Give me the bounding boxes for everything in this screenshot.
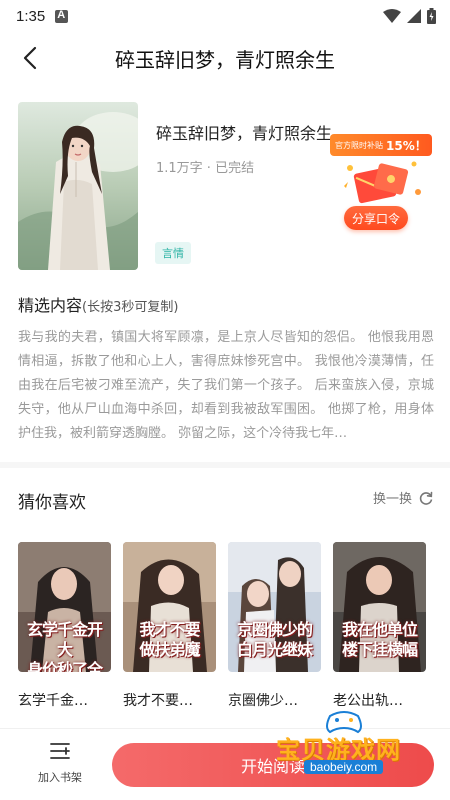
status-bar: 1:35 [0, 0, 450, 32]
add-to-shelf-button[interactable]: 加入书架 [30, 739, 90, 795]
excerpt-hint: (长按3秒可复制) [82, 300, 179, 315]
recommend-cover-text: 玄学千金开大 身价秒了全家 [26, 620, 103, 672]
recommend-item[interactable]: 我在他单位 楼下挂横幅 老公出轨… [333, 542, 426, 710]
share-code-button[interactable]: 分享口令 [344, 206, 409, 230]
genre-tag[interactable]: 言情 [155, 242, 191, 264]
notification-a-icon [55, 9, 69, 23]
subsidy-label: 官方限时补贴 [335, 140, 383, 150]
recommend-cover: 我才不要 做扶弟魔 [123, 542, 216, 672]
subsidy-percent: 15%！ [386, 138, 427, 153]
book-cover [18, 102, 138, 270]
excerpt-heading: 精选内容(长按3秒可复制) [18, 292, 178, 316]
excerpt-title: 精选内容 [18, 296, 83, 315]
recommend-cover-text: 我在他单位 楼下挂横幅 [341, 620, 418, 659]
signal-icon [407, 9, 421, 23]
subsidy-badge: 官方限时补贴 15%！ [330, 134, 432, 156]
header: 碎玉辞旧梦，青灯照余生 [0, 32, 450, 84]
battery-icon [427, 8, 436, 24]
recommend-name: 京圈佛少… [228, 693, 298, 709]
status-time: 1:35 [16, 7, 46, 25]
back-arrow-icon [23, 46, 37, 70]
bookshelf-add-icon [50, 743, 70, 759]
start-reading-button[interactable]: 开始阅读 [112, 743, 434, 787]
book-cover-image [18, 102, 138, 270]
refresh-icon [419, 491, 433, 505]
recommend-cover-text: 我才不要 做扶弟魔 [139, 620, 200, 659]
section-divider [0, 462, 450, 468]
wifi-icon [383, 9, 401, 23]
recommend-cover-text: 京圈佛少的 白月光继妹 [236, 620, 313, 659]
status-icons [383, 8, 436, 24]
recommend-cover: 我在他单位 楼下挂横幅 [333, 542, 426, 672]
add-to-shelf-label: 加入书架 [38, 771, 82, 784]
recommend-list: 玄学千金开大 身价秒了全家 玄学千金… 我才不要 做扶弟魔 我才不要… [18, 542, 438, 717]
refresh-label: 换一换 [372, 492, 412, 507]
recommend-name: 老公出轨… [333, 693, 403, 709]
book-meta: 1.1万字 · 已完结 [156, 161, 255, 176]
recommend-item[interactable]: 京圈佛少的 白月光继妹 京圈佛少… [228, 542, 321, 710]
share-promo[interactable]: 官方限时补贴 15%！ 分享口令 [330, 134, 434, 234]
refresh-button[interactable]: 换一换 [373, 488, 434, 507]
recommend-item[interactable]: 玄学千金开大 身价秒了全家 玄学千金… [18, 542, 111, 710]
recommend-cover: 玄学千金开大 身价秒了全家 [18, 542, 111, 672]
page-title: 碎玉辞旧梦，青灯照余生 [115, 48, 335, 72]
excerpt-text[interactable]: 我与我的夫君，镇国大将军顾凛，是上京人尽皆知的怨侣。 他恨我用恩情相逼，拆散了他… [18, 326, 434, 446]
recommend-item[interactable]: 我才不要 做扶弟魔 我才不要… [123, 542, 216, 710]
bottom-bar: 加入书架 开始阅读 [0, 728, 450, 800]
book-title: 碎玉辞旧梦，青灯照余生 [156, 124, 333, 143]
recommend-name: 玄学千金… [18, 693, 88, 709]
recommend-name: 我才不要… [123, 693, 193, 709]
recommend-title: 猜你喜欢 [18, 493, 86, 513]
back-button[interactable] [12, 40, 48, 76]
recommend-cover: 京圈佛少的 白月光继妹 [228, 542, 321, 672]
